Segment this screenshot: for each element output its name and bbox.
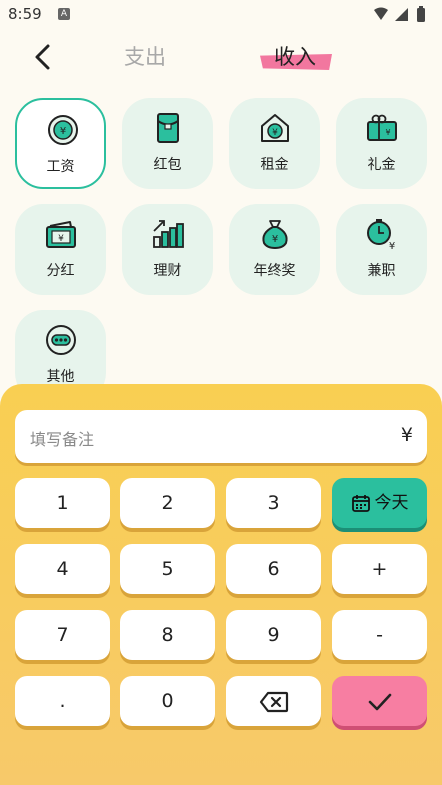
category-label: 年终奖 (253, 263, 296, 279)
status-bar: 8:59 A (0, 0, 442, 30)
money-bag-icon: ¥ (262, 220, 288, 250)
key-4[interactable]: 4 (15, 544, 110, 594)
more-dots-icon (46, 325, 76, 355)
house-icon: ¥ (261, 114, 289, 142)
category-label: 礼金 (367, 157, 396, 173)
bar-growth-icon (153, 220, 184, 248)
key-dot[interactable]: . (15, 676, 110, 726)
chevron-left-icon (35, 44, 50, 70)
note-input[interactable]: 填写备注 ¥ (15, 410, 427, 463)
key-8[interactable]: 8 (120, 610, 215, 660)
red-envelope-icon (157, 113, 179, 143)
key-1[interactable]: 1 (15, 478, 110, 528)
category-label: 理财 (153, 263, 182, 279)
signal-battery-icons (374, 6, 425, 22)
category-investment[interactable]: 理财 (122, 204, 213, 295)
date-label: 今天 (374, 493, 409, 513)
category-dividend[interactable]: ¥ 分红 (15, 204, 106, 295)
notification-icon: A (58, 8, 70, 20)
back-button[interactable] (28, 40, 58, 74)
currency-symbol: ¥ (400, 424, 413, 446)
key-6[interactable]: 6 (226, 544, 321, 594)
svg-text:¥: ¥ (272, 234, 278, 245)
tab-expense[interactable]: 支出 (124, 40, 170, 74)
confirm-button[interactable] (332, 676, 427, 726)
calendar-icon (351, 495, 370, 512)
coin-icon: ¥ (48, 115, 78, 145)
category-label: 工资 (46, 159, 75, 175)
category-salary[interactable]: ¥ 工资 (15, 98, 106, 189)
category-label: 红包 (153, 157, 182, 173)
svg-text:¥: ¥ (58, 234, 64, 244)
svg-text:¥: ¥ (272, 128, 278, 138)
key-0[interactable]: 0 (120, 676, 215, 726)
category-rent[interactable]: ¥ 租金 (229, 98, 320, 189)
svg-text:¥: ¥ (60, 126, 66, 137)
category-label: 租金 (260, 157, 289, 173)
key-5[interactable]: 5 (120, 544, 215, 594)
backspace-icon (259, 691, 288, 712)
key-9[interactable]: 9 (226, 610, 321, 660)
date-button[interactable]: 今天 (332, 478, 427, 528)
key-2[interactable]: 2 (120, 478, 215, 528)
gift-icon: ¥ (367, 114, 397, 141)
banknote-icon: ¥ (46, 221, 76, 248)
svg-text:¥: ¥ (385, 128, 390, 137)
key-3[interactable]: 3 (226, 478, 321, 528)
category-year-end-bonus[interactable]: ¥ 年终奖 (229, 204, 320, 295)
svg-text:¥: ¥ (389, 241, 395, 251)
category-part-time[interactable]: ¥ 兼职 (336, 204, 427, 295)
key-minus[interactable]: - (332, 610, 427, 660)
category-gift-money[interactable]: ¥ 礼金 (336, 98, 427, 189)
checkmark-icon (368, 693, 391, 710)
status-time: 8:59 (8, 5, 42, 23)
note-placeholder: 填写备注 (30, 430, 95, 449)
key-7[interactable]: 7 (15, 610, 110, 660)
backspace-button[interactable] (226, 676, 321, 726)
category-label: 分红 (46, 263, 75, 279)
category-label: 兼职 (367, 263, 396, 279)
category-label: 其他 (46, 369, 75, 385)
category-red-envelope[interactable]: 红包 (122, 98, 213, 189)
key-plus[interactable]: + (332, 544, 427, 594)
tab-income[interactable]: 收入 (274, 40, 320, 74)
clock-yen-icon: ¥ (367, 219, 395, 251)
